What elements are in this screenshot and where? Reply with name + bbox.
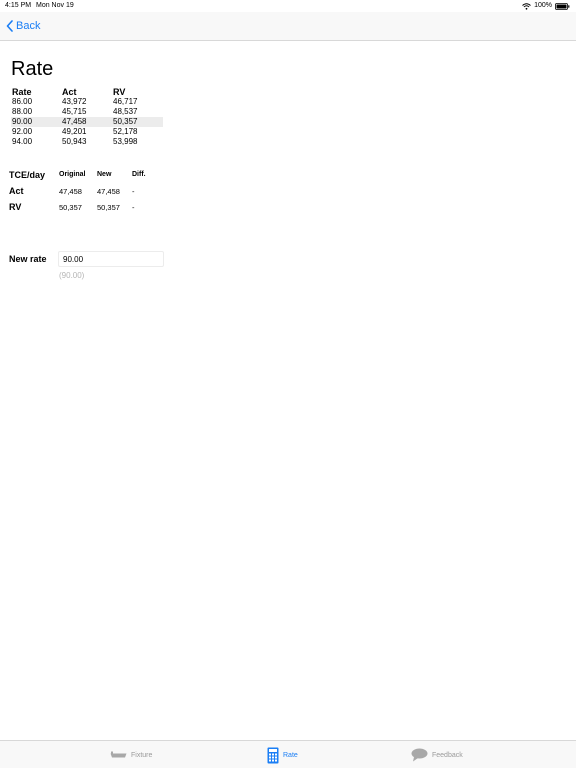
act-cell: 47,458: [62, 117, 87, 126]
new-column-header: New: [97, 171, 112, 178]
new-rate-input[interactable]: [58, 251, 164, 267]
original-value: 47,458: [59, 187, 82, 196]
page-title: Rate: [11, 58, 54, 80]
tab-rate-label: Rate: [283, 751, 298, 759]
rate-cell: 94.00: [12, 137, 33, 146]
table-row-selected[interactable]: 90.00 47,458 50,357: [11, 117, 163, 127]
table-row[interactable]: 86.00 43,972 46,717: [11, 97, 163, 107]
tce-row-label: RV: [9, 202, 22, 212]
speech-bubble-icon: [411, 748, 432, 762]
act-column-header: Act: [62, 87, 77, 97]
tce-table-header: TCE/day Original New Diff.: [9, 170, 169, 182]
rate-cell: 90.00: [12, 117, 33, 126]
new-rate-hint: (90.00): [59, 271, 85, 280]
back-button-label: Back: [16, 20, 41, 32]
rv-cell: 50,357: [113, 117, 138, 126]
table-row[interactable]: 92.00 49,201 52,178: [11, 127, 163, 137]
back-button[interactable]: Back: [6, 17, 40, 35]
tab-feedback-label: Feedback: [432, 751, 463, 759]
rate-cell: 86.00: [12, 97, 33, 106]
tab-fixture-label: Fixture: [131, 751, 153, 759]
new-value: 50,357: [97, 203, 120, 212]
table-row[interactable]: 94.00 50,943 53,998: [11, 137, 163, 147]
battery-icon: [555, 2, 570, 10]
tab-feedback[interactable]: Feedback: [411, 746, 463, 764]
tab-bar: Fixture Rate Feedback: [0, 740, 576, 768]
act-cell: 49,201: [62, 127, 87, 136]
diff-column-header: Diff.: [132, 171, 146, 178]
tce-row-rv: RV 50,357 50,357 -: [9, 198, 169, 214]
tce-label: TCE/day: [9, 170, 46, 180]
status-bar: 4:15 PM Mon Nov 19 100%: [0, 0, 576, 12]
tce-row-act: Act 47,458 47,458 -: [9, 182, 169, 198]
diff-value: -: [132, 187, 135, 196]
calculator-icon: [267, 747, 283, 764]
table-row[interactable]: 88.00 45,715 48,537: [11, 107, 163, 117]
rate-cell: 92.00: [12, 127, 33, 136]
act-cell: 50,943: [62, 137, 87, 146]
status-time: 4:15 PM: [5, 2, 32, 9]
tce-table: TCE/day Original New Diff. Act 47,458 47…: [9, 170, 169, 214]
tab-rate[interactable]: Rate: [267, 746, 298, 764]
original-column-header: Original: [59, 171, 86, 178]
rate-table: Rate Act RV 86.00 43,972 46,717 88.00 45…: [11, 87, 163, 147]
rv-cell: 53,998: [113, 137, 138, 146]
rv-cell: 52,178: [113, 127, 138, 136]
original-value: 50,357: [59, 203, 82, 212]
rate-cell: 88.00: [12, 107, 33, 116]
screen: 4:15 PM Mon Nov 19 100% Back Rate Rate A…: [0, 0, 576, 768]
battery-percent: 100%: [534, 2, 552, 9]
navigation-bar: Back: [0, 12, 576, 41]
wifi-icon: [522, 2, 531, 10]
new-rate-label: New rate: [9, 254, 47, 264]
ship-icon: [110, 751, 131, 759]
rv-column-header: RV: [113, 87, 126, 97]
rate-table-header: Rate Act RV: [11, 87, 163, 97]
status-date: Mon Nov 19: [36, 2, 74, 9]
tce-row-label: Act: [9, 186, 24, 196]
rv-cell: 46,717: [113, 97, 138, 106]
chevron-left-icon: [6, 20, 13, 32]
diff-value: -: [132, 203, 135, 212]
act-cell: 45,715: [62, 107, 87, 116]
tab-fixture[interactable]: Fixture: [110, 746, 152, 764]
new-value: 47,458: [97, 187, 120, 196]
rate-column-header: Rate: [12, 87, 32, 97]
act-cell: 43,972: [62, 97, 87, 106]
status-indicators: 100%: [522, 0, 570, 12]
rv-cell: 48,537: [113, 107, 138, 116]
